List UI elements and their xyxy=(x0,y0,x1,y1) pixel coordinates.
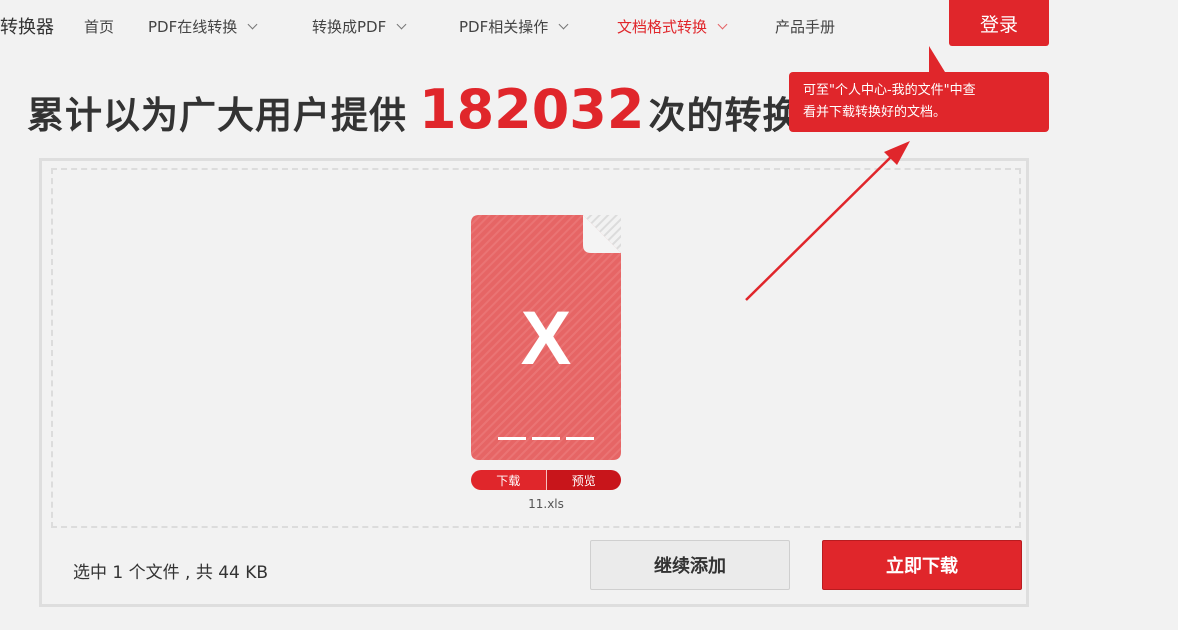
chevron-down-icon xyxy=(396,19,407,30)
nav-item-label: PDF相关操作 xyxy=(459,18,549,36)
xls-file-icon: X xyxy=(471,215,621,460)
nav-item-manual[interactable]: 产品手册 xyxy=(775,16,835,37)
nav-item-label: 首页 xyxy=(84,18,115,36)
file-type-letter: X xyxy=(520,296,572,381)
headline-suffix: 次的转换 xyxy=(648,94,801,137)
nav-item-label: 文档格式转换 xyxy=(617,18,708,36)
top-nav: 转换器 首页 PDF在线转换 转换成PDF PDF相关操作 文档格式转换 产品手… xyxy=(0,0,1178,50)
tooltip-popup: 可至"个人中心-我的文件"中查 看并下载转换好的文档。 xyxy=(789,46,1049,132)
nav-item-doc-convert[interactable]: 文档格式转换 xyxy=(617,16,728,37)
chevron-down-icon xyxy=(558,19,569,30)
nav-item-label: 产品手册 xyxy=(775,18,836,36)
file-dropzone[interactable]: X 下载 预览 11.xls xyxy=(51,168,1021,528)
conversion-count: 182032 xyxy=(419,78,645,141)
nav-item-label: PDF在线转换 xyxy=(148,18,238,36)
selection-summary: 选中 1 个文件 , 共 44 KB xyxy=(73,563,269,583)
page-headline: 累计以为广大用户提供 182032 次的转换 xyxy=(27,78,800,141)
nav-item-home[interactable]: 首页 xyxy=(84,16,114,37)
nav-item-label: 转换成PDF xyxy=(312,18,387,36)
file-download-button[interactable]: 下载 xyxy=(471,470,547,490)
headline-prefix: 累计以为广大用户提供 xyxy=(27,94,407,137)
upload-panel: X 下载 预览 11.xls 选中 1 个文件 , 共 44 KB 继续添加 立… xyxy=(39,158,1029,607)
tooltip-line: 可至"个人中心-我的文件"中查 xyxy=(803,83,976,98)
nav-item-to-pdf[interactable]: 转换成PDF xyxy=(312,16,407,37)
file-actions: 下载 预览 xyxy=(471,470,621,490)
download-now-button[interactable]: 立即下载 xyxy=(822,540,1022,590)
login-button[interactable]: 登录 xyxy=(949,0,1049,46)
tooltip-line: 看并下载转换好的文档。 xyxy=(803,105,947,120)
brand-title: 转换器 xyxy=(0,17,54,38)
file-name: 11.xls xyxy=(528,497,564,511)
nav-item-pdf-online[interactable]: PDF在线转换 xyxy=(148,16,258,37)
continue-add-button[interactable]: 继续添加 xyxy=(590,540,790,590)
file-card: X 下载 预览 11.xls xyxy=(471,215,621,511)
chevron-down-icon xyxy=(717,19,728,30)
nav-item-pdf-ops[interactable]: PDF相关操作 xyxy=(459,16,569,37)
file-preview-button[interactable]: 预览 xyxy=(546,470,621,490)
chevron-down-icon xyxy=(247,19,258,30)
